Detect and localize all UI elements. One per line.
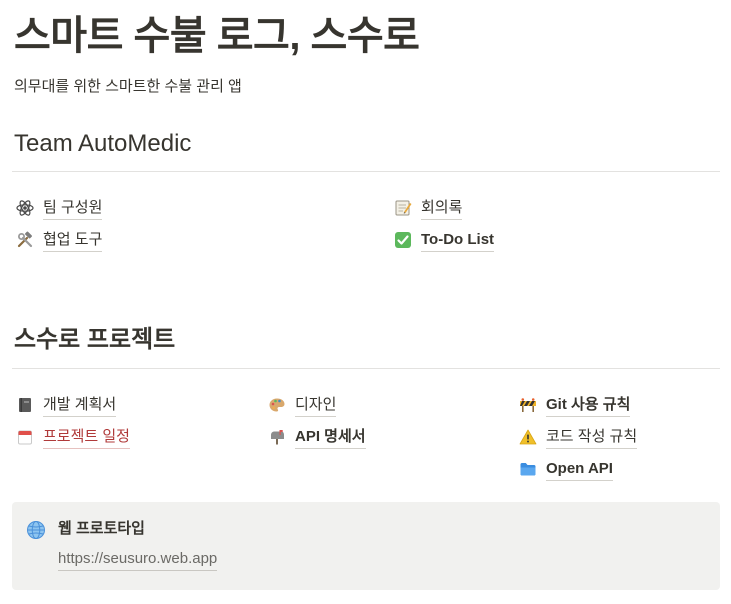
meeting-notes-label: 회의록: [421, 197, 463, 220]
notebook-icon: [16, 396, 34, 414]
api-spec-label: API 명세서: [295, 426, 366, 449]
calendar-icon: [16, 428, 34, 446]
project-heading: 스수로 프로젝트: [14, 326, 176, 353]
page-subtitle: 의무대를 위한 스마트한 수불 관리 앱: [14, 78, 242, 95]
open-api-label: Open API: [546, 458, 613, 481]
api-spec-link[interactable]: API 명세서: [268, 425, 366, 449]
callout-title: 웹 프로토타입: [58, 520, 145, 537]
code-rules-label: 코드 작성 규칙: [546, 426, 638, 449]
page-title: 스마트 수불 로그, 스수로: [14, 14, 420, 58]
web-prototype-callout: 웹 프로토타입 https://seusuro.web.app: [12, 502, 720, 590]
construction-barrier-icon: [519, 396, 537, 414]
git-rules-link[interactable]: Git 사용 규칙: [519, 393, 631, 417]
design-link[interactable]: 디자인: [268, 393, 337, 417]
dev-plan-label: 개발 계획서: [43, 394, 117, 417]
web-prototype-url-link[interactable]: https://seusuro.web.app: [58, 548, 218, 571]
team-heading: Team AutoMedic: [14, 130, 192, 157]
mailbox-icon: [268, 428, 286, 446]
atom-icon: [16, 199, 34, 217]
check-mark-icon: [394, 231, 412, 249]
git-rules-label: Git 사용 규칙: [546, 394, 631, 417]
folder-icon: [519, 460, 537, 478]
team-members-link[interactable]: 팀 구성원: [16, 196, 103, 220]
meeting-notes-link[interactable]: 회의록: [394, 196, 463, 220]
team-divider: [12, 171, 720, 172]
collab-tools-label: 협업 도구: [43, 229, 103, 252]
design-label: 디자인: [295, 394, 337, 417]
todo-list-link[interactable]: To-Do List: [394, 228, 495, 252]
hammer-wrench-icon: [16, 231, 34, 249]
project-divider: [12, 368, 720, 369]
globe-icon: [26, 520, 46, 540]
open-api-link[interactable]: Open API: [519, 457, 613, 481]
collab-tools-link[interactable]: 협업 도구: [16, 228, 103, 252]
artist-palette-icon: [268, 396, 286, 414]
memo-icon: [394, 199, 412, 217]
warning-icon: [519, 428, 537, 446]
todo-list-label: To-Do List: [421, 229, 495, 252]
code-rules-link[interactable]: 코드 작성 규칙: [519, 425, 638, 449]
team-members-label: 팀 구성원: [43, 197, 103, 220]
dev-plan-link[interactable]: 개발 계획서: [16, 393, 117, 417]
project-schedule-label: 프로젝트 일정: [43, 426, 130, 449]
project-schedule-link[interactable]: 프로젝트 일정: [16, 425, 130, 449]
